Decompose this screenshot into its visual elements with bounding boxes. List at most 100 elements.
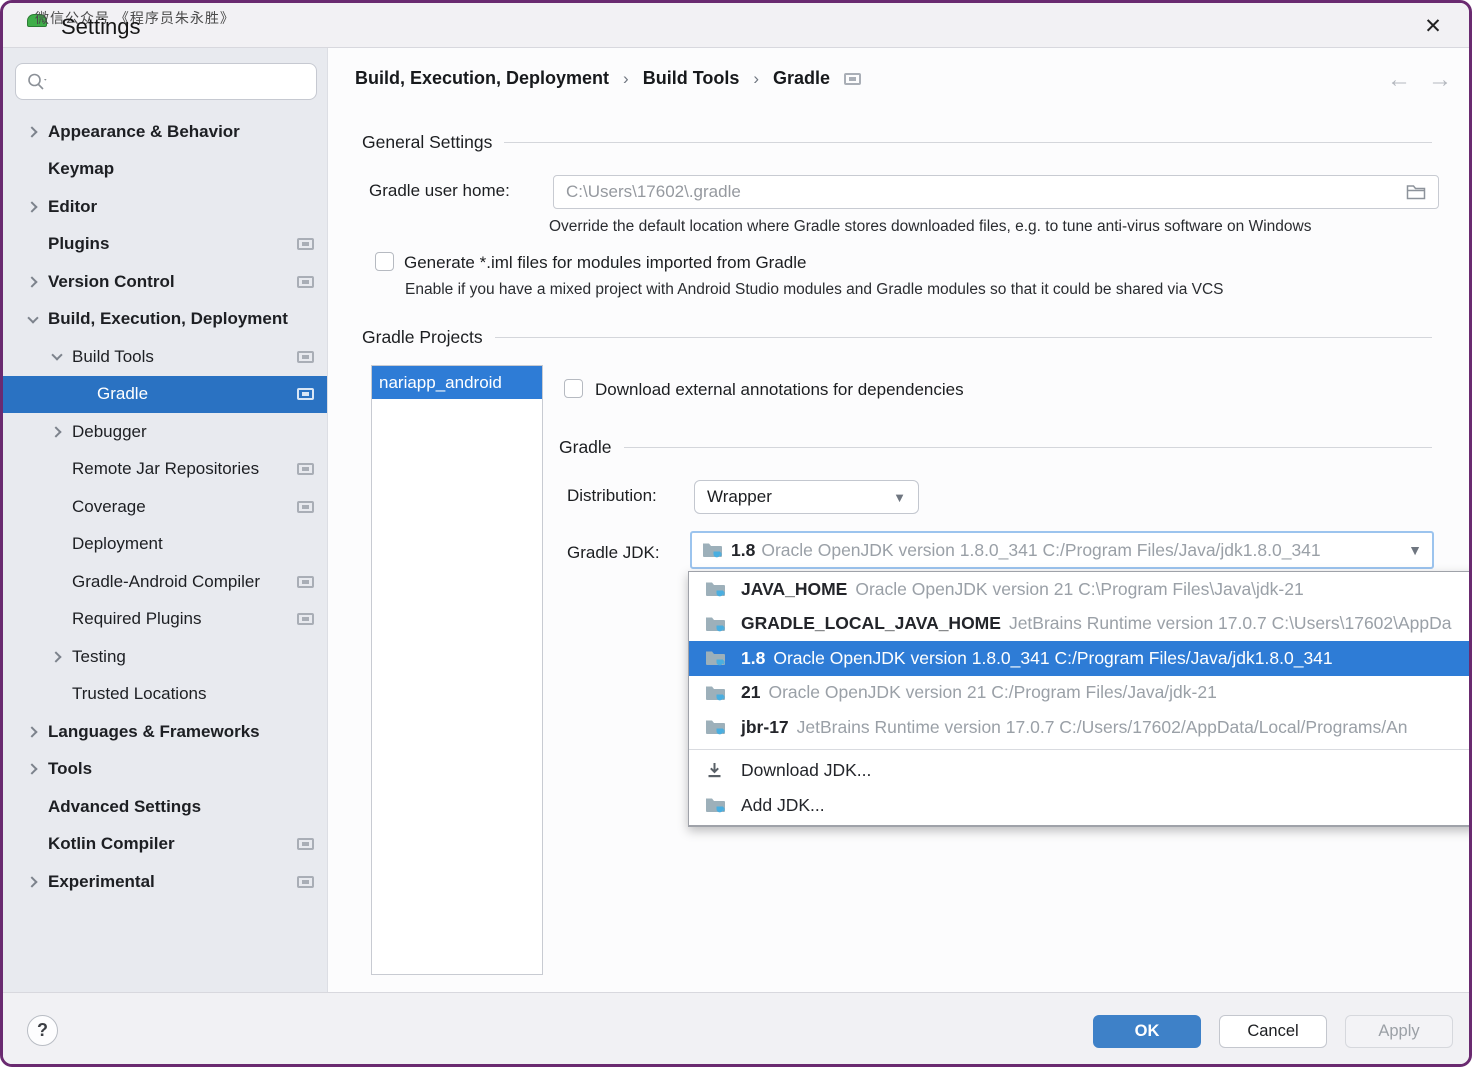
sidebar-item-label: Testing: [72, 647, 126, 667]
monitor-icon: [844, 73, 861, 85]
sidebar-item-plugins[interactable]: Plugins: [3, 226, 327, 264]
window-title: Settings: [61, 14, 141, 40]
gradle-user-home-label: Gradle user home:: [369, 181, 510, 201]
sidebar-item-editor[interactable]: Editor: [3, 188, 327, 226]
download-annotations-label[interactable]: Download external annotations for depend…: [595, 380, 964, 400]
sidebar-item-label: Experimental: [48, 872, 155, 892]
monitor-icon: [297, 388, 314, 400]
gradle-jdk-value-detail: Oracle OpenJDK version 1.8.0_341 C:/Prog…: [761, 540, 1400, 561]
help-button[interactable]: ?: [27, 1015, 58, 1046]
monitor-icon: [297, 501, 314, 513]
folder-icon[interactable]: [1406, 184, 1426, 200]
sidebar-item-appearance-behavior[interactable]: Appearance & Behavior: [3, 113, 327, 151]
project-list-item[interactable]: nariapp_android: [372, 366, 542, 399]
chevron-icon: [26, 764, 37, 775]
apply-button[interactable]: Apply: [1345, 1015, 1453, 1048]
monitor-icon: [297, 838, 314, 850]
chevron-down-icon: ▼: [1408, 542, 1422, 558]
jdk-option-jbr-17[interactable]: jbr-17 JetBrains Runtime version 17.0.7 …: [689, 710, 1472, 745]
jdk-option-name: GRADLE_LOCAL_JAVA_HOME: [741, 613, 1001, 634]
gradle-user-home-field[interactable]: C:\Users\17602\.gradle: [553, 175, 1439, 209]
add-jdk-action[interactable]: Add JDK...: [689, 788, 1472, 823]
sidebar-item-testing[interactable]: Testing: [3, 638, 327, 676]
gradle-jdk-value-name: 1.8: [731, 540, 755, 561]
close-icon[interactable]: ✕: [1417, 11, 1449, 41]
jdk-option-name: JAVA_HOME: [741, 579, 847, 600]
download-icon: [705, 761, 727, 780]
gradle-jdk-combo[interactable]: 1.8 Oracle OpenJDK version 1.8.0_341 C:/…: [690, 531, 1434, 569]
sidebar-item-build-execution-deployment[interactable]: Build, Execution, Deployment: [3, 301, 327, 339]
jdk-folder-icon: [705, 580, 727, 598]
sidebar-item-trusted-locations[interactable]: Trusted Locations: [3, 676, 327, 714]
sidebar-item-label: Tools: [48, 759, 92, 779]
cancel-button[interactable]: Cancel: [1219, 1015, 1327, 1048]
jdk-option-detail: Oracle OpenJDK version 21 C:\Program Fil…: [855, 579, 1303, 600]
sidebar-item-advanced-settings[interactable]: Advanced Settings: [3, 788, 327, 826]
sidebar-item-remote-jar-repositories[interactable]: Remote Jar Repositories: [3, 451, 327, 489]
sidebar-item-version-control[interactable]: Version Control: [3, 263, 327, 301]
gradle-user-home-value: C:\Users\17602\.gradle: [566, 182, 1406, 202]
jdk-option-1-8[interactable]: 1.8 Oracle OpenJDK version 1.8.0_341 C:/…: [689, 641, 1472, 676]
sidebar-item-keymap[interactable]: Keymap: [3, 151, 327, 189]
sidebar-item-gradle-android-compiler[interactable]: Gradle-Android Compiler: [3, 563, 327, 601]
sidebar-item-build-tools[interactable]: Build Tools: [3, 338, 327, 376]
jdk-option-gradle-local-java-home[interactable]: GRADLE_LOCAL_JAVA_HOME JetBrains Runtime…: [689, 607, 1472, 642]
breadcrumb-part[interactable]: Build Tools: [643, 68, 740, 89]
monitor-icon: [297, 613, 314, 625]
settings-sidebar: Appearance & Behavior Keymap Editor Plug…: [3, 48, 328, 998]
chevron-icon: [27, 312, 38, 323]
sidebar-item-gradle[interactable]: Gradle: [3, 376, 327, 414]
back-arrow-icon[interactable]: ←: [1387, 66, 1411, 94]
monitor-icon: [297, 876, 314, 888]
sidebar-item-kotlin-compiler[interactable]: Kotlin Compiler: [3, 826, 327, 864]
sidebar-item-label: Languages & Frameworks: [48, 722, 260, 742]
sidebar-item-label: Keymap: [48, 159, 114, 179]
sidebar-item-required-plugins[interactable]: Required Plugins: [3, 601, 327, 639]
sidebar-item-debugger[interactable]: Debugger: [3, 413, 327, 451]
generate-iml-label[interactable]: Generate *.iml files for modules importe…: [404, 253, 807, 273]
gradle-projects-header: Gradle Projects: [362, 327, 1432, 348]
breadcrumb-separator-icon: ›: [623, 69, 629, 89]
breadcrumb: Build, Execution, Deployment › Build Too…: [355, 68, 861, 89]
gradle-user-home-help: Override the default location where Grad…: [549, 218, 1311, 236]
add-jdk-label: Add JDK...: [741, 795, 825, 816]
general-settings-header: General Settings: [362, 132, 1432, 153]
jdk-option-detail: Oracle OpenJDK version 1.8.0_341 C:/Prog…: [773, 648, 1332, 669]
forward-arrow-icon[interactable]: →: [1428, 66, 1452, 94]
title-bar: 微信公众号 《程序员朱永胜》 Settings ✕: [3, 3, 1469, 48]
sidebar-item-coverage[interactable]: Coverage: [3, 488, 327, 526]
jdk-option-detail: Oracle OpenJDK version 21 C:/Program Fil…: [768, 682, 1216, 703]
sidebar-item-label: Plugins: [48, 234, 109, 254]
sidebar-item-tools[interactable]: Tools: [3, 751, 327, 789]
help-icon: ?: [37, 1020, 48, 1041]
settings-search[interactable]: [15, 63, 317, 100]
breadcrumb-part[interactable]: Build, Execution, Deployment: [355, 68, 609, 89]
dialog-footer: ? OK Cancel Apply: [3, 992, 1469, 1064]
sidebar-item-languages-frameworks[interactable]: Languages & Frameworks: [3, 713, 327, 751]
jdk-folder-icon: [705, 718, 727, 736]
sidebar-item-experimental[interactable]: Experimental: [3, 863, 327, 901]
jdk-option-21[interactable]: 21 Oracle OpenJDK version 21 C:/Program …: [689, 676, 1472, 711]
generate-iml-checkbox[interactable]: [375, 252, 394, 271]
section-rule: [624, 447, 1432, 448]
ok-button[interactable]: OK: [1093, 1015, 1201, 1048]
sidebar-item-deployment[interactable]: Deployment: [3, 526, 327, 564]
jdk-option-rows: JAVA_HOME Oracle OpenJDK version 21 C:\P…: [689, 572, 1472, 745]
sidebar-item-label: Gradle: [97, 384, 148, 404]
jdk-option-java-home[interactable]: JAVA_HOME Oracle OpenJDK version 21 C:\P…: [689, 572, 1472, 607]
sidebar-item-label: Build, Execution, Deployment: [48, 309, 288, 329]
jdk-folder-icon: [705, 615, 727, 633]
jdk-folder-icon: [705, 796, 727, 814]
download-annotations-checkbox[interactable]: [564, 379, 583, 398]
search-input[interactable]: [48, 73, 316, 91]
monitor-icon: [297, 351, 314, 363]
sidebar-item-label: Build Tools: [72, 347, 154, 367]
monitor-icon: [297, 276, 314, 288]
sidebar-item-label: Coverage: [72, 497, 146, 517]
monitor-icon: [297, 238, 314, 250]
download-jdk-action[interactable]: Download JDK...: [689, 754, 1472, 789]
distribution-select[interactable]: Wrapper ▼: [694, 480, 919, 514]
sidebar-item-label: Gradle-Android Compiler: [72, 572, 260, 592]
breadcrumb-part[interactable]: Gradle: [773, 68, 830, 89]
gradle-projects-list: nariapp_android: [371, 365, 543, 975]
